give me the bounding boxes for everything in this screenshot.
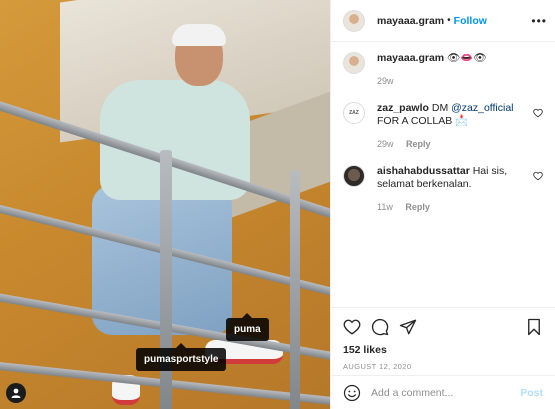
reply-button[interactable]: Reply (406, 139, 431, 149)
photo-post-right (290, 170, 300, 409)
share-paper-plane-icon[interactable] (399, 318, 417, 336)
caption-meta: 29w (377, 75, 527, 88)
comment-body: zaz_pawlo DM @zaz_official FOR A COLLAB … (377, 102, 543, 151)
user-icon (11, 388, 21, 398)
post-comment-button[interactable]: Post (520, 387, 543, 399)
commenter-avatar[interactable] (343, 165, 365, 187)
add-comment-bar: Post (331, 375, 555, 409)
post-photo[interactable]: puma pumasportstyle (0, 0, 330, 409)
comment-text: DM (431, 102, 452, 114)
avatar-logo-text: ZAZ (349, 110, 359, 116)
comment-meta: 29w Reply (377, 138, 527, 151)
product-tag-puma[interactable]: puma (226, 313, 269, 341)
add-comment-input[interactable] (371, 386, 521, 399)
post-header: mayaaa.gram • Follow ••• (331, 0, 555, 42)
reply-button[interactable]: Reply (405, 202, 430, 212)
commenter-username[interactable]: aishahabdussattar (377, 165, 470, 177)
action-icons (343, 316, 543, 338)
comment-meta: 11w Reply (377, 201, 527, 214)
caption-body: mayaaa.gram 👁👄👁 29w (377, 52, 543, 88)
product-tag-pumasportstyle[interactable]: pumasportstyle (136, 343, 227, 371)
follow-button[interactable]: Follow (454, 15, 487, 27)
like-comment-heart-icon[interactable] (533, 171, 543, 181)
photo-headband (172, 24, 226, 46)
comments-list: mayaaa.gram 👁👄👁 29w ZAZ zaz_pawlo DM @za… (331, 42, 555, 307)
emoji-smiley-icon[interactable] (343, 384, 361, 402)
post-date[interactable]: AUGUST 12, 2020 (343, 362, 543, 371)
caption-time[interactable]: 29w (377, 76, 394, 86)
caption: mayaaa.gram 👁👄👁 29w (343, 52, 543, 88)
header-separator: • (447, 15, 451, 26)
comment-body: aishahabdussattar Hai sis, selamat berke… (377, 165, 543, 214)
comment-mention-link[interactable]: @zaz_official (451, 102, 513, 114)
caption-author-avatar[interactable] (343, 52, 365, 74)
like-comment-heart-icon[interactable] (533, 108, 543, 118)
more-options-icon[interactable]: ••• (531, 14, 547, 28)
author-avatar[interactable] (343, 9, 365, 32)
post-sidebar: mayaaa.gram • Follow ••• mayaaa.gram 👁👄👁… (330, 0, 555, 409)
comment-text-rest: FOR A COLLAB 📩 (377, 115, 469, 127)
comment-time[interactable]: 11w (377, 202, 393, 212)
post-dialog: puma pumasportstyle mayaaa.gram • Follow… (0, 0, 555, 409)
caption-text: 👁👄👁 (447, 52, 487, 64)
commenter-avatar[interactable]: ZAZ (343, 102, 365, 124)
like-heart-icon[interactable] (343, 318, 361, 336)
comment-item: ZAZ zaz_pawlo DM @zaz_official FOR A COL… (343, 102, 543, 151)
commenter-username[interactable]: zaz_pawlo (377, 102, 429, 114)
caption-username[interactable]: mayaaa.gram (377, 52, 444, 64)
comment-bubble-icon[interactable] (371, 318, 389, 336)
bookmark-icon[interactable] (525, 318, 543, 336)
tagged-users-button[interactable] (6, 383, 26, 403)
author-username[interactable]: mayaaa.gram (377, 15, 444, 27)
post-actions: 152 likes AUGUST 12, 2020 (331, 307, 555, 375)
comment-item: aishahabdussattar Hai sis, selamat berke… (343, 165, 543, 214)
comment-time[interactable]: 29w (377, 139, 394, 149)
likes-count[interactable]: 152 likes (343, 344, 543, 356)
